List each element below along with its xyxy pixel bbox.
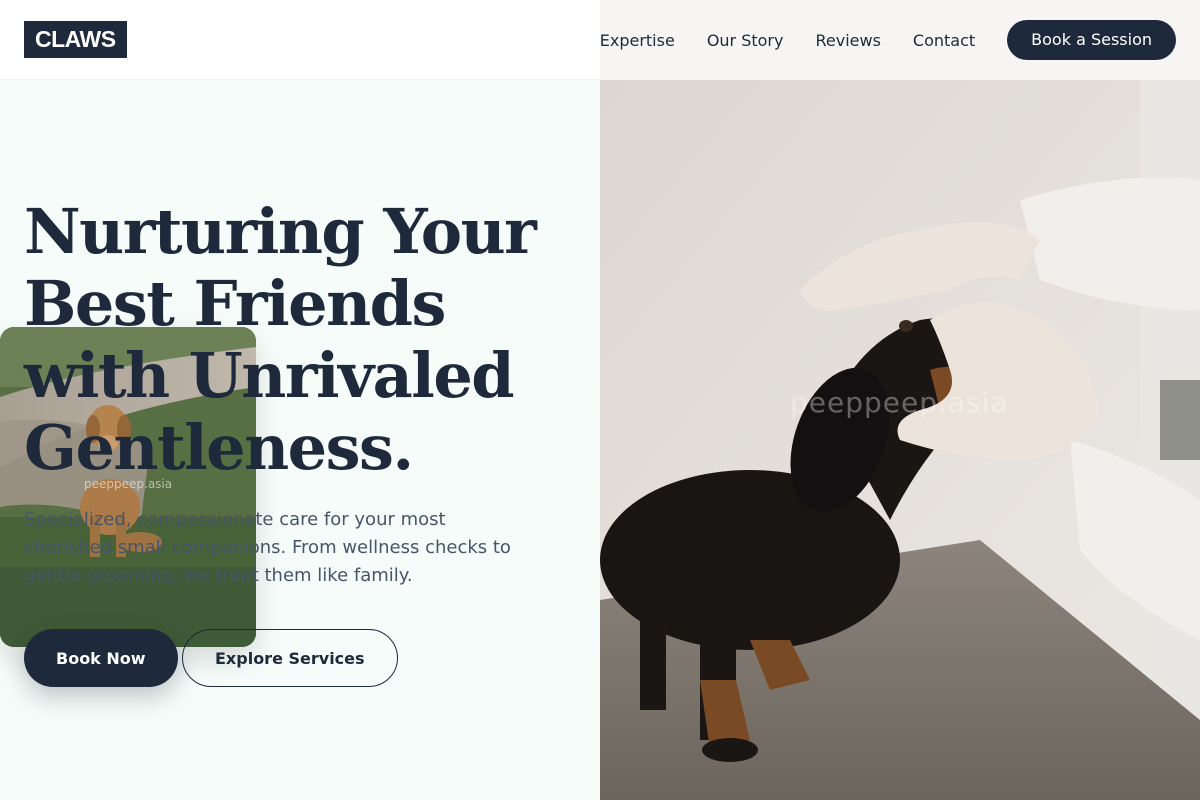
hero-headline: Nurturing Your Best Friends with Unrival… [24, 195, 537, 484]
brand-logo[interactable]: CLAWS [24, 21, 127, 58]
vet-examining-dachshund-image [600, 80, 1200, 800]
hero-photo: peeppeep.asia [600, 80, 1200, 800]
hero-section: peeppeep.asia Nurturing Your Best Friend… [0, 80, 600, 800]
nav-link-our-story[interactable]: Our Story [707, 31, 784, 50]
explore-services-button[interactable]: Explore Services [182, 629, 398, 687]
nav-link-expertise[interactable]: Expertise [600, 31, 675, 50]
photo-watermark: peeppeep.asia [790, 386, 1009, 419]
main-nav: Expertise Our Story Reviews Contact Book… [600, 20, 1176, 60]
site-header: CLAWS Expertise Our Story Reviews Contac… [0, 0, 1200, 80]
nav-link-reviews[interactable]: Reviews [815, 31, 880, 50]
nav-link-contact[interactable]: Contact [913, 31, 975, 50]
hero-subtext: Specialized, compassionate care for your… [24, 509, 511, 586]
book-session-button[interactable]: Book a Session [1007, 20, 1176, 60]
book-now-button[interactable]: Book Now [24, 629, 178, 687]
